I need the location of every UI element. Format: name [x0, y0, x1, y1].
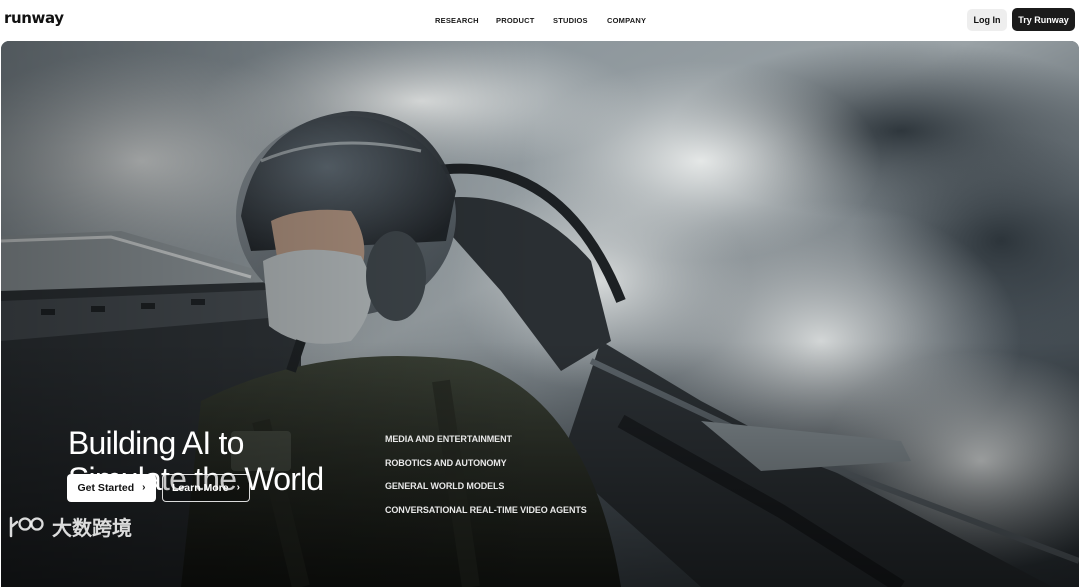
watermark: 大数跨境	[8, 512, 132, 541]
main-nav: RESEARCH PRODUCT STUDIOS COMPANY	[0, 0, 1080, 40]
link-media-entertainment[interactable]: MEDIA AND ENTERTAINMENT	[385, 434, 645, 458]
nav-company[interactable]: COMPANY	[607, 16, 646, 25]
top-navigation-bar: runway RESEARCH PRODUCT STUDIOS COMPANY …	[0, 0, 1080, 40]
login-button[interactable]: Log In	[967, 9, 1007, 31]
learn-more-label: Learn More	[172, 482, 229, 494]
nav-product[interactable]: PRODUCT	[496, 16, 534, 25]
learn-more-button[interactable]: Learn More ›	[162, 474, 250, 502]
watermark-text: 大数跨境	[52, 518, 132, 540]
watermark-logo-icon	[8, 514, 46, 540]
headline-line-1: Building AI to	[68, 425, 244, 461]
hero-category-links: MEDIA AND ENTERTAINMENT ROBOTICS AND AUT…	[385, 434, 645, 528]
nav-research[interactable]: RESEARCH	[435, 16, 479, 25]
get-started-label: Get Started	[77, 482, 135, 494]
link-general-world-models[interactable]: GENERAL WORLD MODELS	[385, 481, 645, 505]
chevron-right-icon: ›	[142, 482, 146, 493]
try-runway-button[interactable]: Try Runway	[1012, 8, 1075, 31]
hero-section: Building AI to Simulate the World MEDIA …	[1, 41, 1079, 587]
chevron-right-icon: ›	[236, 482, 240, 493]
runway-logo[interactable]: runway	[4, 9, 64, 27]
link-conversational-agents[interactable]: CONVERSATIONAL REAL-TIME VIDEO AGENTS	[385, 505, 645, 529]
get-started-button[interactable]: Get Started ›	[67, 474, 156, 502]
nav-studios[interactable]: STUDIOS	[553, 16, 588, 25]
link-robotics-autonomy[interactable]: ROBOTICS AND AUTONOMY	[385, 458, 645, 482]
